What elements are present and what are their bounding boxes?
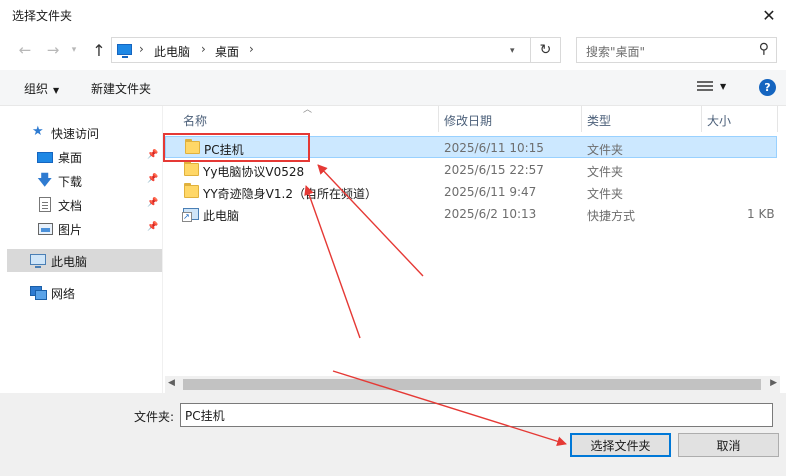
- pin-icon: 📌: [147, 174, 159, 184]
- breadcrumb-desktop[interactable]: 桌面: [215, 43, 239, 60]
- address-dropdown-icon[interactable]: ▾: [510, 46, 515, 56]
- download-icon: 🡇: [37, 171, 53, 189]
- nav-label: 图片: [58, 223, 83, 237]
- help-icon[interactable]: ?: [759, 79, 776, 96]
- pin-icon: 📌: [147, 222, 159, 232]
- folder-field-label: 文件夹:: [134, 410, 175, 424]
- breadcrumb-separator-icon[interactable]: ›: [139, 42, 144, 56]
- column-header-date[interactable]: 修改日期: [444, 106, 492, 132]
- file-date: 2025/6/11 10:15: [444, 141, 544, 155]
- file-name: YY奇迹隐身V1.2（自所在频道）: [203, 187, 377, 201]
- this-pc-icon: [117, 44, 132, 58]
- this-pc-shortcut-icon: [182, 208, 199, 222]
- search-placeholder: 搜索"桌面": [586, 45, 646, 59]
- cancel-button[interactable]: 取消: [678, 433, 779, 457]
- breadcrumb-separator-icon[interactable]: ›: [201, 42, 206, 56]
- star-icon: ★: [32, 124, 44, 139]
- up-button[interactable]: ↑: [88, 40, 110, 60]
- new-folder-label: 新建文件夹: [91, 82, 152, 96]
- breadcrumb-separator-icon[interactable]: ›: [249, 42, 254, 56]
- column-divider[interactable]: [701, 106, 702, 132]
- chevron-down-icon: ▾: [71, 45, 77, 55]
- column-divider[interactable]: [438, 106, 439, 132]
- nav-label: 下载: [58, 175, 83, 189]
- column-divider[interactable]: [777, 106, 778, 132]
- search-box[interactable]: 搜索"桌面" ⚲: [576, 37, 777, 63]
- dialog-title: 选择文件夹: [12, 9, 73, 23]
- recent-locations-button[interactable]: ▾: [68, 40, 80, 60]
- nav-item-pictures[interactable]: 图片 📌: [7, 217, 162, 240]
- search-icon[interactable]: ⚲: [759, 41, 769, 57]
- nav-network[interactable]: 网络: [7, 281, 162, 304]
- this-pc-icon: [30, 254, 46, 268]
- refresh-icon: ↻: [539, 42, 552, 58]
- address-bar[interactable]: › 此电脑 › 桌面 › ▾: [111, 37, 531, 63]
- navigation-pane: ★ 快速访问 桌面 📌 🡇 下载 📌 文档 📌 图片 📌 此电脑 网络: [7, 106, 162, 393]
- title-bar: 选择文件夹 ✕: [0, 0, 786, 30]
- navigation-bar: ← → ▾ ↑ › 此电脑 › 桌面 › ▾ ↻ 搜索"桌面" ⚲: [0, 30, 786, 70]
- arrow-up-icon: ↑: [92, 40, 106, 60]
- nav-item-documents[interactable]: 文档 📌: [7, 193, 162, 216]
- chevron-down-icon[interactable]: ▼: [720, 82, 726, 91]
- scrollbar-thumb[interactable]: [183, 379, 761, 390]
- forward-button[interactable]: →: [42, 40, 64, 60]
- folder-icon: [184, 183, 199, 198]
- column-divider[interactable]: [581, 106, 582, 132]
- file-name: 此电脑: [203, 209, 240, 223]
- nav-this-pc[interactable]: 此电脑: [7, 249, 162, 272]
- refresh-button[interactable]: ↻: [531, 37, 561, 63]
- file-type: 文件夹: [587, 187, 624, 201]
- select-folder-button[interactable]: 选择文件夹: [570, 433, 671, 457]
- dialog-footer: 文件夹: 选择文件夹 取消: [0, 393, 786, 476]
- file-date: 2025/6/11 9:47: [444, 185, 537, 199]
- select-folder-dialog: 选择文件夹 ✕ ← → ▾ ↑ › 此电脑 › 桌面 › ▾ ↻ 搜索"桌面" …: [0, 0, 786, 476]
- arrow-right-icon: →: [46, 41, 60, 59]
- close-icon: ✕: [762, 5, 776, 25]
- organize-button[interactable]: 组织 ▼: [24, 80, 59, 97]
- scroll-left-icon[interactable]: ◀: [168, 378, 175, 388]
- new-folder-button[interactable]: 新建文件夹: [91, 80, 151, 97]
- nav-label: 文档: [58, 199, 83, 213]
- chevron-down-icon: ▼: [53, 86, 60, 95]
- view-options-icon[interactable]: [697, 81, 713, 93]
- nav-label: 此电脑: [51, 255, 88, 269]
- pin-icon: 📌: [147, 150, 159, 160]
- scroll-right-icon[interactable]: ▶: [770, 378, 777, 388]
- file-row[interactable]: Yy电脑协议V0528 2025/6/15 22:57 文件夹: [165, 159, 777, 181]
- back-button[interactable]: ←: [14, 40, 36, 60]
- organize-label: 组织: [24, 82, 49, 96]
- file-row[interactable]: YY奇迹隐身V1.2（自所在频道） 2025/6/11 9:47 文件夹: [165, 181, 777, 203]
- network-icon: [30, 286, 47, 300]
- arrow-left-icon: ←: [18, 41, 32, 59]
- folder-name-input[interactable]: [180, 403, 773, 427]
- breadcrumb-this-pc[interactable]: 此电脑: [154, 43, 190, 60]
- file-type: 文件夹: [587, 165, 624, 179]
- nav-label: 桌面: [58, 151, 83, 165]
- sort-ascending-icon: ︿: [303, 105, 313, 115]
- file-date: 2025/6/2 10:13: [444, 207, 537, 221]
- nav-label: 快速访问: [51, 127, 100, 141]
- column-header-type[interactable]: 类型: [587, 106, 611, 132]
- close-button[interactable]: ✕: [752, 0, 786, 30]
- nav-item-desktop[interactable]: 桌面 📌: [7, 145, 162, 168]
- column-header-name[interactable]: 名称: [183, 106, 207, 132]
- file-row[interactable]: 此电脑 2025/6/2 10:13 快捷方式 1 KB: [165, 203, 777, 225]
- file-name: Yy电脑协议V0528: [203, 165, 305, 179]
- command-toolbar: 组织 ▼ 新建文件夹 ▼ ?: [0, 70, 786, 106]
- document-icon: [39, 197, 51, 212]
- nav-item-downloads[interactable]: 🡇 下载 📌: [7, 169, 162, 192]
- file-type: 文件夹: [587, 143, 624, 157]
- folder-icon: [184, 161, 199, 176]
- desktop-icon: [37, 152, 53, 163]
- annotation-highlight-box: [163, 133, 310, 162]
- file-size: 1 KB: [747, 207, 775, 221]
- horizontal-scrollbar[interactable]: ◀ ▶: [165, 376, 780, 393]
- nav-label: 网络: [51, 287, 76, 301]
- column-header-size[interactable]: 大小: [707, 106, 731, 132]
- file-date: 2025/6/15 22:57: [444, 163, 544, 177]
- file-type: 快捷方式: [587, 209, 636, 223]
- picture-icon: [38, 223, 53, 235]
- nav-quick-access[interactable]: ★ 快速访问: [7, 121, 162, 144]
- pin-icon: 📌: [147, 198, 159, 208]
